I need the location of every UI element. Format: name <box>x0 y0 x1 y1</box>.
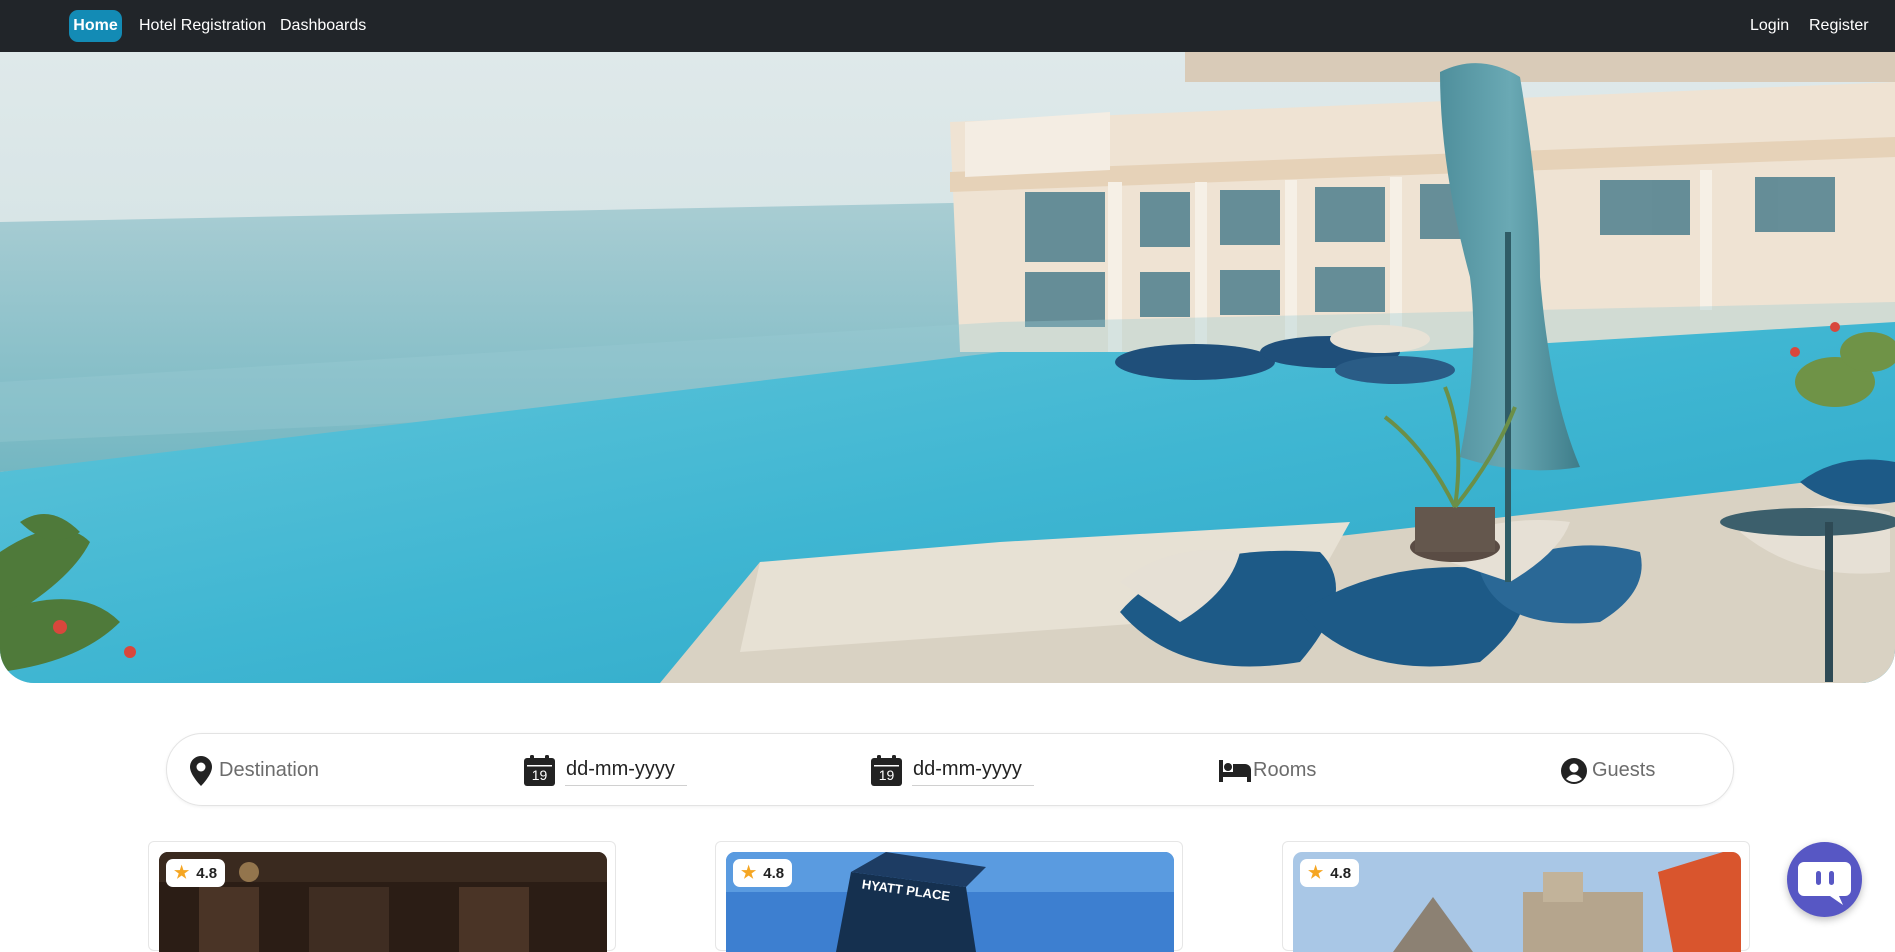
rooms-placeholder: Rooms <box>1253 759 1317 781</box>
destination-placeholder: Destination <box>219 759 320 781</box>
chat-bubble-icon <box>1798 862 1851 905</box>
star-icon: ★ <box>174 863 190 882</box>
calendar-icon: 19 <box>871 755 902 786</box>
checkin-date-value: dd-mm-yyyy <box>565 756 687 786</box>
star-icon: ★ <box>741 863 757 882</box>
hero-image <box>0 52 1895 683</box>
rating-value: 4.8 <box>1330 864 1352 882</box>
checkout-date-value: dd-mm-yyyy <box>912 756 1034 786</box>
hotel-image: ★ 4.8 <box>159 852 607 952</box>
user-circle-icon <box>1561 757 1587 784</box>
rating-value: 4.8 <box>196 864 218 882</box>
bed-icon <box>1219 759 1251 782</box>
star-icon: ★ <box>1308 863 1324 882</box>
guests-placeholder: Guests <box>1592 759 1656 781</box>
calendar-icon: 19 <box>524 755 555 786</box>
nav-dashboards-link[interactable]: Dashboards <box>280 0 366 52</box>
nav-hotel-registration-link[interactable]: Hotel Registration <box>139 0 266 52</box>
chat-button[interactable] <box>1787 842 1862 917</box>
rating-value: 4.8 <box>763 864 785 882</box>
calendar-day-number: 19 <box>878 767 895 783</box>
rooms-field[interactable]: Rooms <box>1219 734 1316 807</box>
nav-login-link[interactable]: Login <box>1750 0 1789 52</box>
destination-field[interactable]: Destination <box>190 734 319 807</box>
checkout-date-field[interactable]: 19 dd-mm-yyyy <box>871 734 1034 807</box>
map-marker-icon <box>190 755 212 786</box>
rating-badge: ★ 4.8 <box>1300 859 1360 887</box>
nav-register-link[interactable]: Register <box>1809 0 1869 52</box>
checkin-date-field[interactable]: 19 dd-mm-yyyy <box>524 734 687 807</box>
rating-badge: ★ 4.8 <box>166 859 226 887</box>
calendar-day-number: 19 <box>531 767 548 783</box>
guests-field[interactable]: Guests <box>1561 734 1655 807</box>
search-bar: Destination 19 dd-mm-yyyy 19 dd-mm-yyyy <box>166 733 1734 806</box>
top-navbar: Home Hotel Registration Dashboards Login… <box>0 0 1895 52</box>
hotel-card[interactable]: ★ 4.8 <box>148 841 616 952</box>
hotel-card[interactable]: ★ 4.8 <box>1282 841 1750 952</box>
hotel-image: HYATT PLACE ★ 4.8 <box>726 852 1174 952</box>
hotel-image: ★ 4.8 <box>1293 852 1741 952</box>
rating-badge: ★ 4.8 <box>733 859 793 887</box>
nav-home-link[interactable]: Home <box>69 10 122 42</box>
hotel-card[interactable]: HYATT PLACE ★ 4.8 <box>715 841 1183 952</box>
